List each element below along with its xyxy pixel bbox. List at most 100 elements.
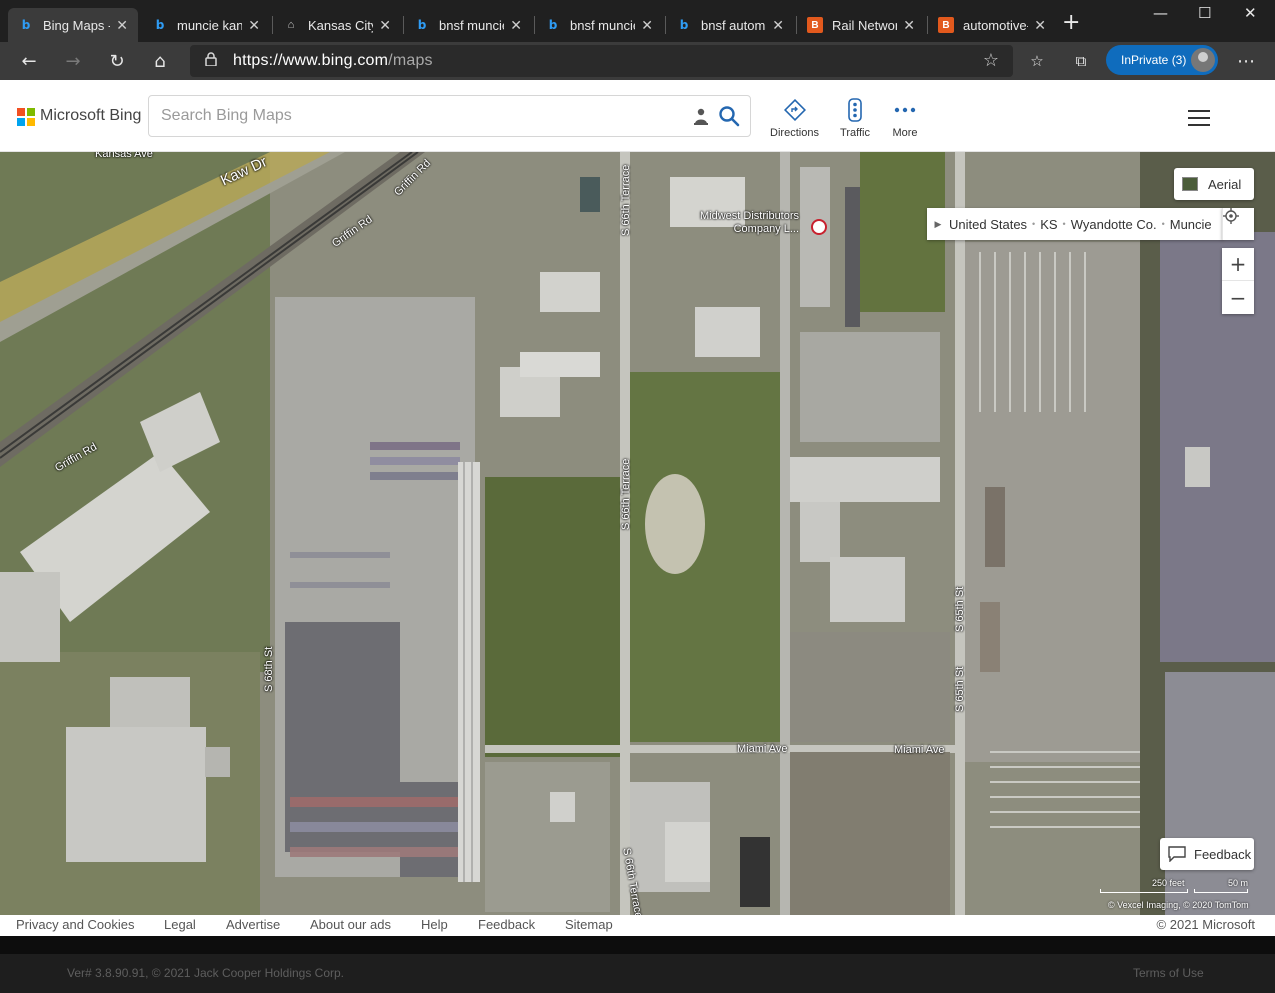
- locate-me-button[interactable]: [1222, 208, 1254, 240]
- expand-caret-icon[interactable]: ▶: [927, 219, 949, 230]
- back-button[interactable]: ←: [16, 48, 42, 74]
- aerial-thumbnail-icon: [1182, 177, 1198, 191]
- traffic-label: Traffic: [840, 127, 870, 139]
- footer-link-about-ads[interactable]: About our ads: [310, 917, 391, 932]
- footer-link-feedback[interactable]: Feedback: [478, 917, 535, 932]
- favorite-star-icon[interactable]: ☆: [983, 50, 999, 71]
- url-host: https://www.bing.com: [233, 52, 389, 69]
- map-feedback-button[interactable]: Feedback: [1160, 838, 1254, 870]
- scale-feet-label: 250 feet: [1152, 878, 1185, 888]
- minimize-button[interactable]: —: [1153, 4, 1168, 22]
- breadcrumb-item[interactable]: KS: [1040, 217, 1057, 232]
- street-label-miami-ave: Miami Ave: [737, 743, 788, 755]
- tab-title: bnsf muncie: [439, 17, 505, 33]
- location-breadcrumb[interactable]: ▶ United States • KS • Wyandotte Co. • M…: [927, 208, 1223, 240]
- hamburger-menu-icon[interactable]: [1188, 110, 1210, 126]
- tab-bnsf-muncie-1[interactable]: b bnsf muncie ✕: [404, 8, 532, 42]
- tab-title: Rail Networ: [832, 17, 898, 33]
- poi-name-line2: Company L...: [733, 223, 800, 235]
- tab-bnsf-muncie-2[interactable]: b bnsf muncie ✕: [535, 8, 663, 42]
- close-icon[interactable]: ✕: [641, 17, 653, 34]
- tab-title: bnsf muncie: [570, 17, 636, 33]
- zoom-out-button[interactable]: −: [1222, 281, 1254, 314]
- footer-link-legal[interactable]: Legal: [164, 917, 196, 932]
- refresh-button[interactable]: ↻: [104, 48, 130, 74]
- close-icon[interactable]: ✕: [772, 17, 784, 34]
- scale-feet-bar: [1100, 889, 1188, 893]
- close-icon[interactable]: ✕: [510, 17, 522, 34]
- home-button[interactable]: ⌂: [147, 48, 173, 74]
- map-style-aerial-button[interactable]: Aerial: [1174, 168, 1254, 200]
- aerial-map[interactable]: Kansas Ave Kaw Dr Griffin Rd Griffin Rd …: [0, 152, 1275, 915]
- maximize-button[interactable]: ☐: [1198, 4, 1211, 22]
- close-icon[interactable]: ✕: [116, 17, 128, 34]
- zoom-in-button[interactable]: +: [1222, 248, 1254, 281]
- tab-rail-network[interactable]: B Rail Networ ✕: [797, 8, 925, 42]
- street-label-kansas-ave: Kansas Ave: [95, 152, 153, 160]
- inprivate-button[interactable]: InPrivate (3): [1106, 45, 1218, 75]
- bing-header: Microsoft Bing Search Bing Maps Directio…: [0, 80, 1275, 152]
- breadcrumb-separator: •: [1032, 219, 1036, 229]
- breadcrumb-item[interactable]: United States: [949, 217, 1027, 232]
- tab-kansas-city[interactable]: ⌂ Kansas City ✕: [273, 8, 401, 42]
- tab-title: bnsf automa: [701, 17, 767, 33]
- rail-icon: B: [807, 17, 823, 33]
- search-icon[interactable]: [718, 105, 740, 127]
- collections-icon[interactable]: ⧉: [1068, 48, 1094, 74]
- bing-icon: b: [417, 18, 427, 32]
- settings-more-icon[interactable]: ⋯: [1233, 48, 1259, 74]
- page-footer: Privacy and Cookies Legal Advertise Abou…: [0, 915, 1275, 936]
- poi-pin-icon[interactable]: [811, 219, 827, 235]
- favorites-icon[interactable]: ☆: [1024, 48, 1050, 74]
- bing-icon: b: [548, 18, 558, 32]
- footer-link-advertise[interactable]: Advertise: [226, 917, 280, 932]
- breadcrumb-item[interactable]: Muncie: [1170, 217, 1212, 232]
- traffic-icon: [848, 98, 862, 122]
- scale-meters-bar: [1194, 889, 1248, 893]
- close-icon[interactable]: ✕: [903, 17, 915, 34]
- version-text: Ver# 3.8.90.91, © 2021 Jack Cooper Holdi…: [67, 966, 345, 980]
- street-label-s-66th-terrace: S 66th Terrace: [620, 458, 632, 530]
- aerial-imagery[interactable]: [0, 152, 1275, 915]
- search-box[interactable]: Search Bing Maps: [148, 95, 751, 137]
- aerial-label: Aerial: [1208, 176, 1242, 192]
- directions-label: Directions: [770, 127, 819, 139]
- footer-link-help[interactable]: Help: [421, 917, 448, 932]
- street-label-s-66th-terrace: S 66th Terrace: [620, 164, 632, 236]
- directions-button[interactable]: Directions: [766, 98, 823, 139]
- more-button[interactable]: More: [887, 98, 923, 139]
- more-label: More: [892, 127, 918, 139]
- url-text: https://www.bing.com/maps: [233, 52, 433, 70]
- person-icon[interactable]: [694, 108, 708, 125]
- feedback-icon: [1168, 846, 1186, 862]
- terms-of-use-link[interactable]: Terms of Use: [1133, 966, 1204, 980]
- more-icon: [894, 107, 916, 113]
- brand-name[interactable]: Microsoft Bing: [40, 107, 141, 125]
- browser-tab-strip: b Bing Maps - ✕ b muncie kans ✕ ⌂ Kansas…: [0, 0, 1275, 42]
- new-tab-button[interactable]: +: [1062, 12, 1080, 34]
- footer-strip: [0, 936, 1275, 954]
- search-input[interactable]: Search Bing Maps: [161, 107, 292, 125]
- scale-meters-label: 50 m: [1227, 878, 1248, 888]
- tab-bnsf-automotive[interactable]: b bnsf automa ✕: [666, 8, 794, 42]
- traffic-button[interactable]: Traffic: [836, 98, 874, 139]
- address-bar[interactable]: https://www.bing.com/maps ☆: [190, 45, 1013, 77]
- poi-label[interactable]: Midwest Distributors Company L...: [700, 210, 799, 236]
- profile-avatar: [1191, 48, 1215, 72]
- forward-button[interactable]: →: [60, 48, 86, 74]
- breadcrumb-item[interactable]: Wyandotte Co.: [1071, 217, 1157, 232]
- lock-icon: [205, 52, 217, 66]
- close-window-button[interactable]: ✕: [1244, 4, 1257, 22]
- close-icon[interactable]: ✕: [1034, 17, 1046, 34]
- tab-bing-maps[interactable]: b Bing Maps - ✕: [8, 8, 138, 42]
- bing-icon: b: [679, 18, 689, 32]
- footer-link-sitemap[interactable]: Sitemap: [565, 917, 613, 932]
- tab-muncie-kansas[interactable]: b muncie kans ✕: [142, 8, 270, 42]
- footer-link-privacy[interactable]: Privacy and Cookies: [16, 917, 135, 932]
- close-icon[interactable]: ✕: [379, 17, 391, 34]
- microsoft-logo[interactable]: [17, 108, 35, 126]
- kansas-city-icon: ⌂: [287, 19, 295, 31]
- close-icon[interactable]: ✕: [248, 17, 260, 34]
- tab-automotive[interactable]: B automotive- ✕: [928, 8, 1056, 42]
- logo-square-green: [27, 108, 35, 116]
